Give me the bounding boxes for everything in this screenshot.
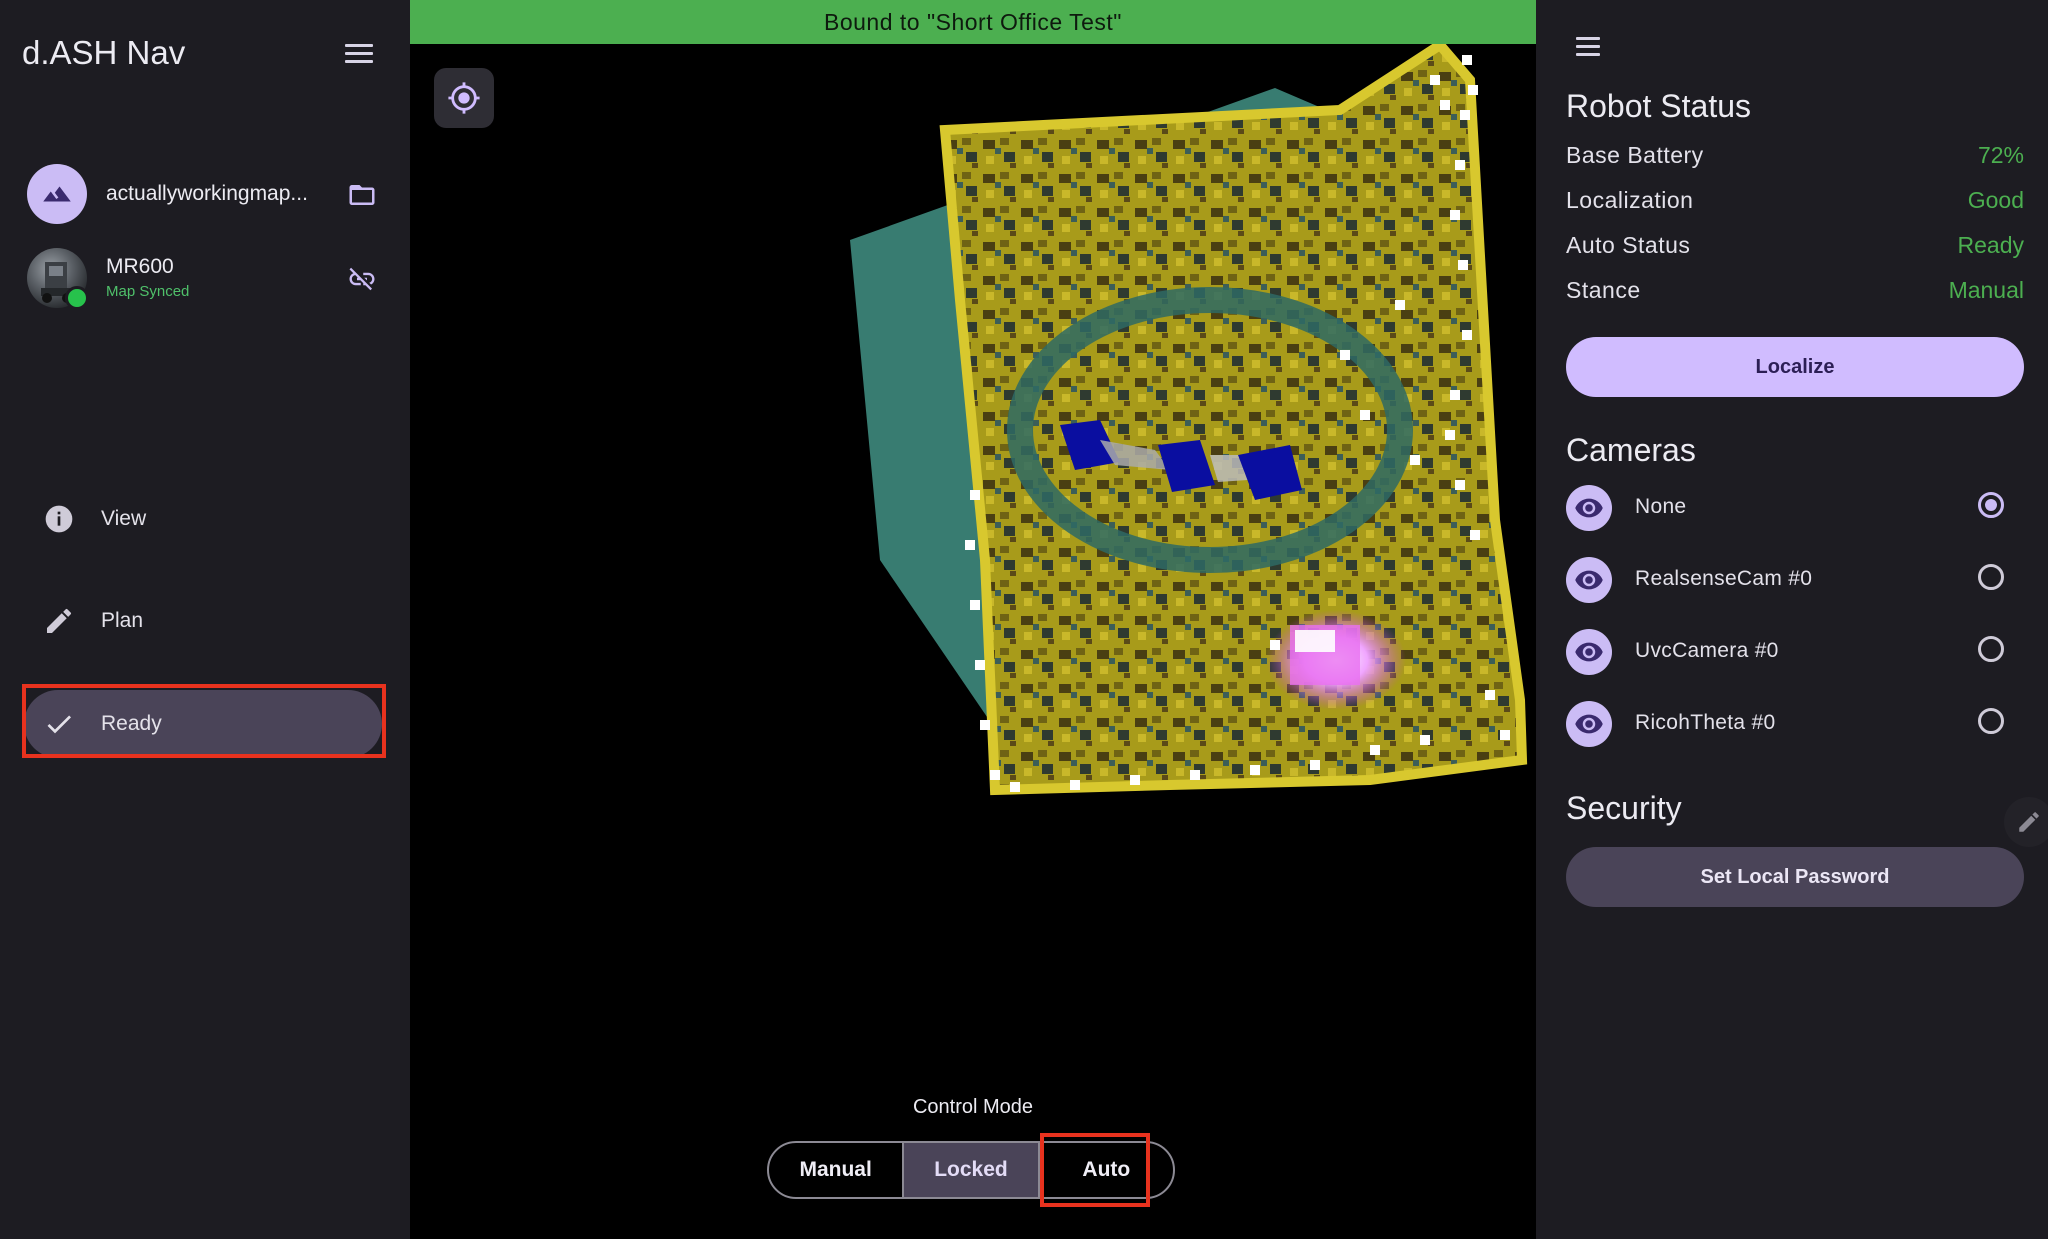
map-selector[interactable]: actuallyworkingmap... [27,164,377,228]
control-mode-toggle[interactable]: Manual Locked Auto [767,1141,1175,1199]
camera-item[interactable]: RealsenseCam #0 [1566,555,2026,605]
status-value: Manual [1948,277,2024,303]
eye-icon [1566,629,1612,675]
robot-sync-status: Map Synced [106,283,190,300]
right-panel: Robot Status Base Battery 72% Localizati… [1536,0,2048,1239]
status-row-battery: Base Battery 72% [1566,142,2024,172]
status-value: Ready [1957,232,2024,258]
control-mode-locked[interactable]: Locked [902,1143,1038,1197]
info-icon [41,501,77,537]
nav-view-label: View [101,507,147,530]
edit-icon[interactable] [2004,797,2048,847]
nav-ready[interactable]: Ready [24,690,382,758]
eye-icon [1566,485,1612,531]
status-key: Stance [1566,277,1641,303]
binding-banner: Bound to "Short Office Test" [410,0,1536,44]
camera-item[interactable]: RicohTheta #0 [1566,699,2026,749]
camera-radio[interactable] [1978,564,2004,590]
status-key: Auto Status [1566,232,1691,258]
point-cloud-map[interactable] [410,0,1536,1239]
map-viewport[interactable]: Bound to "Short Office Test" Control Mod… [410,0,1536,1239]
check-icon [41,706,77,742]
camera-name: None [1635,495,1687,518]
left-sidebar: d.ASH Nav actuallyworkingmap... MR600 Ma… [0,0,410,1239]
nav-view[interactable]: View [24,485,382,553]
camera-item[interactable]: UvcCamera #0 [1566,627,2026,677]
eye-icon [1566,557,1612,603]
online-status-dot [65,286,89,310]
control-mode-manual[interactable]: Manual [769,1143,902,1197]
localize-button[interactable]: Localize [1566,337,2024,397]
camera-name: RealsenseCam #0 [1635,567,1813,590]
status-key: Base Battery [1566,142,1704,168]
camera-radio[interactable] [1978,492,2004,518]
map-name: actuallyworkingmap... [106,182,308,205]
camera-item[interactable]: None [1566,483,2026,533]
camera-name: UvcCamera #0 [1635,639,1779,662]
status-key: Localization [1566,187,1694,213]
eye-icon [1566,701,1612,747]
control-mode-label: Control Mode [912,1096,1034,1118]
robot-status-title: Robot Status [1566,88,1751,124]
my-location-icon [448,82,480,114]
camera-radio[interactable] [1978,636,2004,662]
status-row-stance: Stance Manual [1566,277,2024,307]
nav-plan-label: Plan [101,609,144,632]
menu-icon[interactable] [345,44,373,66]
folder-icon[interactable] [347,180,377,210]
pencil-icon [41,603,77,639]
status-row-localization: Localization Good [1566,187,2024,217]
robot-selector[interactable]: MR600 Map Synced [27,248,377,312]
robot-name: MR600 [106,255,174,278]
status-value: 72% [1977,142,2024,168]
set-password-button[interactable]: Set Local Password [1566,847,2024,907]
cameras-title: Cameras [1566,432,1696,468]
recenter-button[interactable] [434,68,494,128]
robot-avatar [27,248,89,310]
camera-name: RicohTheta #0 [1635,711,1776,734]
status-value: Good [1967,187,2024,213]
terrain-icon [27,164,87,224]
panel-menu-icon[interactable] [1576,37,1600,59]
camera-radio[interactable] [1978,708,2004,734]
link-off-icon[interactable] [347,264,377,294]
nav-plan[interactable]: Plan [24,587,382,655]
app-title: d.ASH Nav [22,34,186,71]
control-mode-auto[interactable]: Auto [1037,1143,1173,1197]
status-row-auto: Auto Status Ready [1566,232,2024,262]
security-title: Security [1566,790,1682,826]
nav-ready-label: Ready [101,712,162,735]
